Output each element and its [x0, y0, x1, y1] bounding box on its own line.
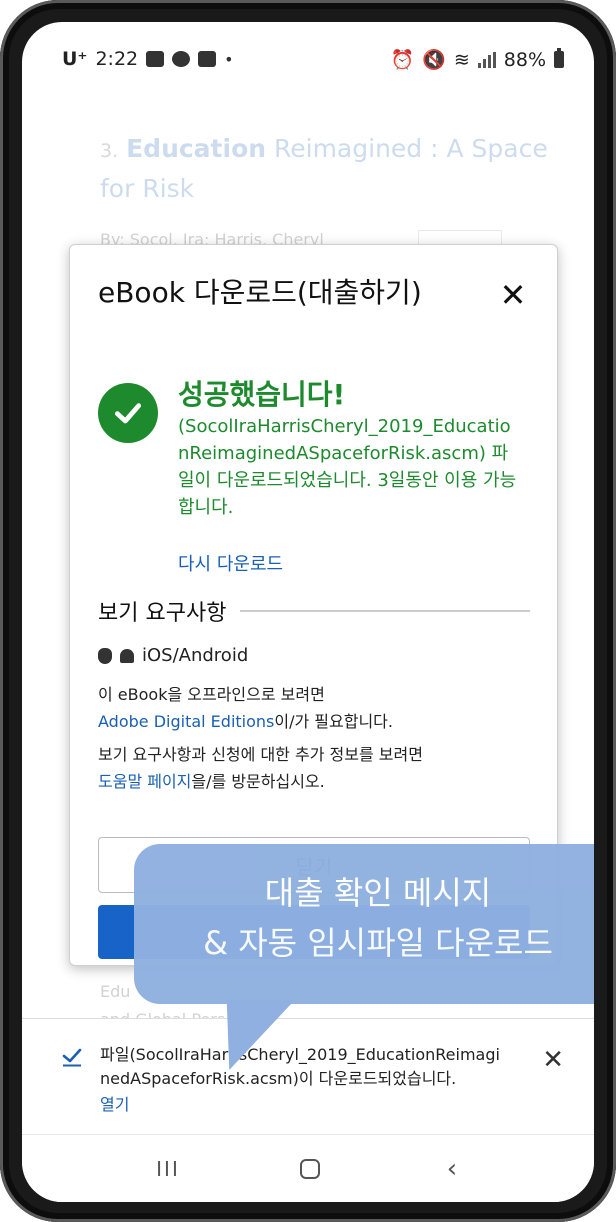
screen: U⁺ 2:22 • ⏰ 🔇 ≋ 88% 3. Education Reimagi… — [22, 22, 594, 1202]
gallery-icon — [146, 51, 165, 67]
chat-icon — [172, 51, 191, 67]
open-file-link[interactable]: 열기 — [100, 1091, 129, 1115]
close-icon: ✕ — [499, 276, 527, 314]
help-page-link[interactable]: 도움말 페이지 — [98, 772, 191, 791]
battery-label: 88% — [503, 48, 546, 71]
mute-icon: 🔇 — [422, 49, 446, 71]
requirements-heading: 보기 요구사항 — [98, 595, 530, 627]
req2-prefix: 보기 요구사항과 신청에 대한 추가 정보를 보려면 — [98, 745, 423, 764]
wifi-icon: ≋ — [453, 48, 470, 71]
requirement-adobe: 이 eBook을 오프라인으로 보려면 Adobe Digital Editio… — [98, 681, 538, 735]
book-number: 3. — [100, 140, 119, 162]
home-button[interactable] — [290, 1153, 330, 1185]
recent-apps-button[interactable]: III — [148, 1153, 188, 1185]
redownload-link[interactable]: 다시 다운로드 — [178, 550, 283, 576]
download-message: 파일(SocolIraHarrisCheryl_2019_EducationRe… — [100, 1045, 500, 1088]
download-notification: 파일(SocolIraHarrisCheryl_2019_EducationRe… — [22, 1018, 594, 1134]
callout-text: 대출 확인 메시지 & 자동 임시파일 다운로드 — [134, 868, 594, 968]
annotation-callout: 대출 확인 메시지 & 자동 임시파일 다운로드 — [134, 844, 594, 1004]
modal-title: eBook 다운로드(대출하기) — [98, 276, 422, 309]
status-bar: U⁺ 2:22 • ⏰ 🔇 ≋ 88% — [22, 22, 594, 98]
close-button[interactable]: ✕ — [493, 275, 533, 315]
status-left: U⁺ 2:22 • — [62, 48, 234, 70]
more-notifications-icon: • — [224, 49, 234, 69]
dismiss-download-icon[interactable]: ✕ — [542, 1045, 564, 1075]
battery-icon — [554, 48, 564, 68]
notification-icon — [198, 51, 217, 67]
adobe-digital-editions-link[interactable]: Adobe Digital Editions — [98, 712, 274, 731]
callout-line-2: & 자동 임시파일 다운로드 — [203, 924, 553, 962]
apple-icon — [98, 647, 112, 664]
book-title-link[interactable]: 3. Education Reimagined : A Space for Ri… — [100, 130, 550, 207]
book-title-bold: Education — [126, 134, 267, 163]
android-icon — [120, 648, 134, 663]
clock: 2:22 — [95, 48, 139, 70]
req2-suffix: 을/를 방문하십시오. — [191, 772, 325, 791]
success-message: (SocolIraHarrisCheryl_2019_EducationReim… — [178, 416, 517, 518]
requirement-help: 보기 요구사항과 신청에 대한 추가 정보를 보려면 도움말 페이지을/를 방문… — [98, 741, 538, 795]
signal-icon — [477, 51, 496, 68]
platform-text: iOS/Android — [142, 645, 249, 666]
navigation-bar: III ‹ — [22, 1134, 594, 1202]
back-button[interactable]: ‹ — [432, 1153, 472, 1185]
req1-prefix: 이 eBook을 오프라인으로 보려면 — [98, 685, 325, 704]
divider — [240, 610, 530, 612]
callout-line-1: 대출 확인 메시지 — [264, 874, 492, 912]
status-right: ⏰ 🔇 ≋ 88% — [390, 48, 564, 71]
carrier-label: U⁺ — [62, 48, 88, 70]
download-check-icon — [62, 1048, 82, 1067]
alarm-icon: ⏰ — [390, 49, 415, 71]
requirements-title: 보기 요구사항 — [98, 601, 227, 626]
success-heading: 성공했습니다! — [178, 378, 346, 411]
check-circle-icon — [98, 383, 158, 443]
platform-info: iOS/Android — [98, 645, 248, 666]
req1-suffix: 이/가 필요합니다. — [274, 712, 393, 731]
home-icon — [300, 1159, 320, 1179]
